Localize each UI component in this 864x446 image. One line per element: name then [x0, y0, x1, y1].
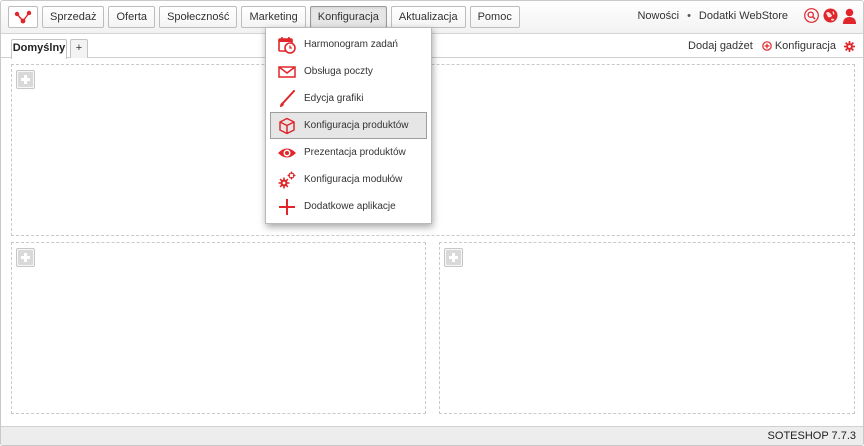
menu-item-label: Obsługa poczty	[304, 66, 373, 77]
menu-item-obsluga-poczty[interactable]: Obsługa poczty	[270, 58, 427, 85]
menu-item-label: Edycja grafiki	[304, 93, 364, 104]
menu-item-konfiguracja-produktow[interactable]: Konfiguracja produktów	[270, 112, 427, 139]
menu-marketing[interactable]: Marketing	[241, 6, 306, 28]
soteshop-logo-icon	[14, 10, 32, 24]
menu-item-label: Harmonogram zadań	[304, 39, 398, 50]
menu-item-label: Konfiguracja produktów	[304, 120, 409, 131]
add-gadget-button[interactable]	[16, 70, 35, 89]
home-logo-button[interactable]	[8, 6, 38, 28]
plus-icon	[277, 197, 297, 217]
menu-item-label: Prezentacja produktów	[304, 147, 406, 158]
globe-icon[interactable]	[823, 8, 838, 23]
envelope-icon	[277, 62, 297, 82]
menu-item-prezentacja-produktow[interactable]: Prezentacja produktów	[270, 139, 427, 166]
menu-item-label: Konfiguracja modułów	[304, 174, 403, 185]
menu-konfiguracja[interactable]: Konfiguracja	[309, 6, 387, 28]
dashboard-tabs: Domyślny + Dodaj gadżet Konfiguracja	[1, 34, 863, 59]
menu-sprzedaz[interactable]: Sprzedaż	[42, 6, 105, 28]
add-gadget-button[interactable]	[444, 248, 463, 267]
top-right-links: Nowości • Dodatki WebStore	[637, 8, 857, 24]
app-window: Sprzedaż Oferta Społeczność Marketing Ko…	[0, 0, 864, 446]
menu-item-dodatkowe-aplikacje[interactable]: Dodatkowe aplikacje	[270, 193, 427, 220]
dashboard-actions: Dodaj gadżet Konfiguracja	[688, 40, 855, 52]
menu-item-label: Dodatkowe aplikacje	[304, 201, 396, 212]
circle-plus-icon[interactable]	[762, 41, 772, 51]
tab-domyslny[interactable]: Domyślny	[11, 39, 67, 59]
gadget-zone-bottom-left	[11, 242, 426, 414]
news-link[interactable]: Nowości	[637, 10, 679, 22]
calendar-clock-icon	[277, 35, 297, 55]
menu-spolecznosc[interactable]: Społeczność	[159, 6, 238, 28]
user-icon[interactable]	[842, 8, 857, 24]
webstore-addons-link[interactable]: Dodatki WebStore	[699, 10, 788, 22]
box-icon	[277, 116, 297, 136]
top-navigation-bar: Sprzedaż Oferta Społeczność Marketing Ko…	[1, 1, 863, 34]
gear-icon[interactable]	[844, 40, 855, 52]
add-gadget-link[interactable]: Dodaj gadżet	[688, 40, 753, 52]
gadget-zone-top	[11, 64, 855, 236]
link-separator: •	[687, 9, 691, 22]
menu-item-konfiguracja-modulow[interactable]: Konfiguracja modułów	[270, 166, 427, 193]
add-tab-button[interactable]: +	[70, 39, 88, 58]
menu-aktualizacja[interactable]: Aktualizacja	[390, 6, 466, 28]
brush-icon	[277, 89, 297, 109]
search-icon[interactable]	[804, 8, 819, 23]
dashboard-config-link[interactable]: Konfiguracja	[775, 40, 836, 52]
menu-pomoc[interactable]: Pomoc	[469, 6, 520, 28]
main-menu: Sprzedaż Oferta Społeczność Marketing Ko…	[42, 6, 520, 28]
version-label: SOTESHOP 7.7.3	[767, 430, 856, 442]
gadget-zone-bottom-right	[439, 242, 855, 414]
add-gadget-button[interactable]	[16, 248, 35, 267]
gears-icon	[277, 170, 297, 190]
status-footer: SOTESHOP 7.7.3	[1, 426, 863, 445]
konfiguracja-dropdown: Harmonogram zadań Obsługa poczty Edycja …	[265, 27, 432, 224]
eye-icon	[277, 143, 297, 163]
menu-oferta[interactable]: Oferta	[108, 6, 156, 28]
menu-item-edycja-grafiki[interactable]: Edycja grafiki	[270, 85, 427, 112]
menu-item-harmonogram[interactable]: Harmonogram zadań	[270, 31, 427, 58]
